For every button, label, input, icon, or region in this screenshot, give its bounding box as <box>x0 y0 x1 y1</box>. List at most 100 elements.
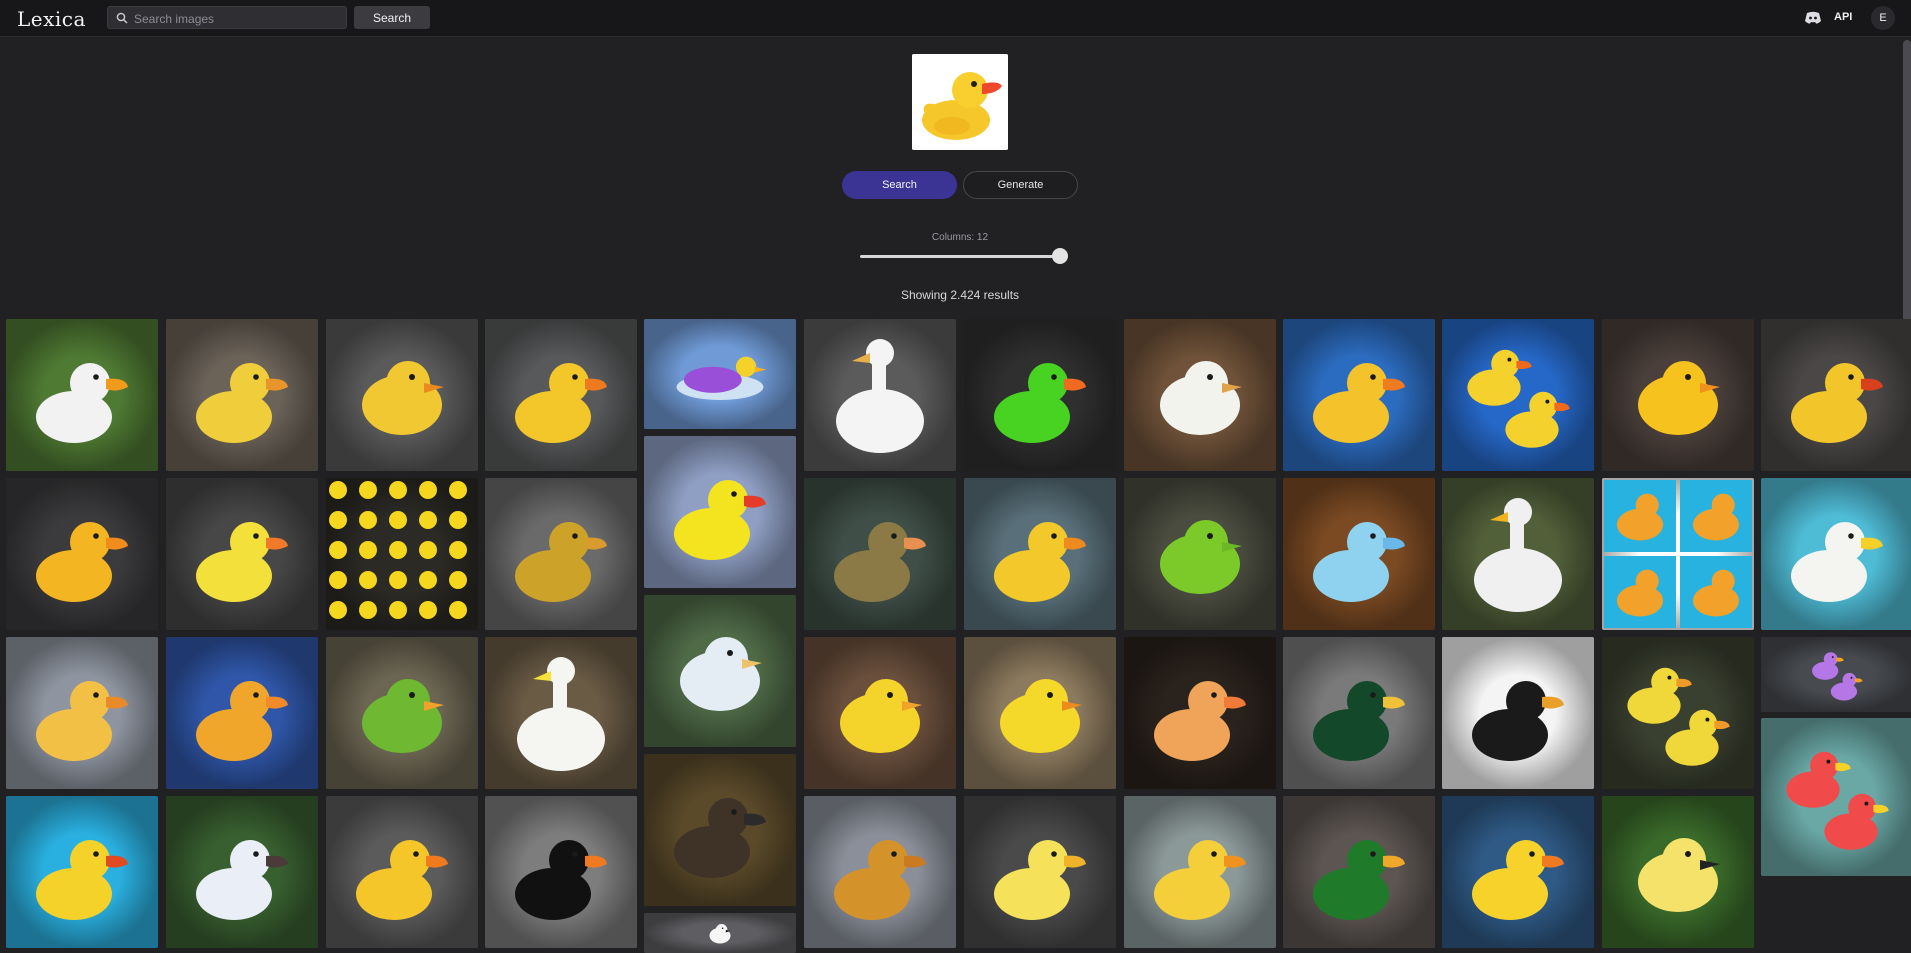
duck-illustration <box>326 637 478 789</box>
duck-illustration <box>1283 637 1435 789</box>
duck-illustration <box>1283 319 1435 471</box>
query-image[interactable] <box>912 54 1008 150</box>
result-image-tile[interactable] <box>804 637 956 789</box>
result-image-tile[interactable] <box>6 319 158 471</box>
duck-illustration <box>326 796 478 948</box>
discord-icon[interactable] <box>1804 11 1822 25</box>
duck-illustration <box>1761 478 1911 630</box>
duck-illustration <box>1124 319 1276 471</box>
result-image-tile[interactable] <box>1442 796 1594 948</box>
duck-illustration <box>1124 637 1276 789</box>
result-image-tile[interactable] <box>1283 319 1435 471</box>
result-image-tile[interactable] <box>1124 637 1276 789</box>
result-image-tile[interactable] <box>1283 478 1435 630</box>
duck-illustration <box>1761 319 1911 471</box>
duck-illustration <box>964 478 1116 630</box>
duck-illustration <box>1283 478 1435 630</box>
result-image-tile[interactable] <box>804 319 956 471</box>
columns-slider-track[interactable] <box>860 255 1060 258</box>
result-image-tile[interactable] <box>804 796 956 948</box>
page-scrollbar[interactable] <box>1903 40 1911 360</box>
search-button[interactable]: Search <box>842 171 957 199</box>
duck-illustration <box>804 319 956 471</box>
result-image-tile[interactable] <box>166 319 318 471</box>
result-image-tile[interactable] <box>804 478 956 630</box>
top-search-button[interactable]: Search <box>354 6 430 29</box>
result-image-tile[interactable] <box>1124 796 1276 948</box>
result-image-tile[interactable] <box>1761 478 1911 630</box>
duck-illustration <box>166 319 318 471</box>
result-image-tile[interactable] <box>964 319 1116 471</box>
result-image-tile[interactable] <box>1442 478 1594 630</box>
duck-illustration <box>6 478 158 630</box>
result-image-tile[interactable] <box>1283 796 1435 948</box>
generate-button[interactable]: Generate <box>963 171 1078 199</box>
result-image-tile[interactable] <box>485 478 637 630</box>
columns-slider-thumb[interactable] <box>1052 248 1068 264</box>
duck-illustration <box>804 478 956 630</box>
result-image-tile[interactable] <box>6 478 158 630</box>
result-image-tile[interactable] <box>326 637 478 789</box>
result-image-tile[interactable] <box>1442 637 1594 789</box>
result-image-tile[interactable] <box>644 913 796 953</box>
duck-illustration <box>964 796 1116 948</box>
duck-illustration <box>166 478 318 630</box>
result-image-tile[interactable] <box>1442 319 1594 471</box>
duck-illustration <box>166 796 318 948</box>
search-box[interactable] <box>107 6 347 29</box>
result-image-tile[interactable] <box>964 796 1116 948</box>
result-image-tile[interactable] <box>166 637 318 789</box>
duck-illustration <box>1602 478 1754 630</box>
user-avatar[interactable]: E <box>1871 6 1895 30</box>
result-image-tile[interactable] <box>1283 637 1435 789</box>
duck-illustration <box>485 478 637 630</box>
result-image-tile[interactable] <box>326 796 478 948</box>
result-image-tile[interactable] <box>1761 319 1911 471</box>
api-link[interactable]: API <box>1834 11 1852 23</box>
result-image-tile[interactable] <box>166 478 318 630</box>
duck-illustration <box>1283 796 1435 948</box>
result-image-tile[interactable] <box>485 637 637 789</box>
duck-illustration <box>1602 796 1754 948</box>
duck-illustration <box>1761 637 1911 712</box>
lexica-logo[interactable]: Lexica <box>17 7 86 31</box>
columns-label: Columns: 12 <box>931 232 989 243</box>
duck-illustration <box>1442 319 1594 471</box>
duck-illustration <box>1761 718 1911 876</box>
result-image-tile[interactable] <box>1124 319 1276 471</box>
result-image-tile[interactable] <box>1602 319 1754 471</box>
result-image-tile[interactable] <box>644 595 796 747</box>
duck-illustration <box>6 637 158 789</box>
duck-illustration <box>485 319 637 471</box>
duck-illustration <box>804 796 956 948</box>
result-image-tile[interactable] <box>485 319 637 471</box>
top-navigation-bar: Lexica Search API E <box>0 0 1911 37</box>
duck-illustration <box>644 754 796 906</box>
result-image-tile[interactable] <box>1124 478 1276 630</box>
search-input[interactable] <box>132 9 341 28</box>
result-image-tile[interactable] <box>1602 796 1754 948</box>
result-image-tile[interactable] <box>485 796 637 948</box>
duck-illustration <box>1442 796 1594 948</box>
result-image-tile[interactable] <box>1761 718 1911 876</box>
result-image-tile[interactable] <box>644 319 796 429</box>
result-image-tile[interactable] <box>644 436 796 588</box>
duck-illustration <box>964 319 1116 471</box>
result-image-tile[interactable] <box>6 637 158 789</box>
result-image-tile[interactable] <box>6 796 158 948</box>
duck-illustration <box>1442 637 1594 789</box>
search-icon <box>116 12 128 24</box>
duck-illustration <box>1124 478 1276 630</box>
result-image-tile[interactable] <box>166 796 318 948</box>
result-image-tile[interactable] <box>326 319 478 471</box>
result-image-tile[interactable] <box>1602 637 1754 789</box>
duck-illustration <box>1124 796 1276 948</box>
result-image-tile[interactable] <box>964 637 1116 789</box>
result-image-tile[interactable] <box>644 754 796 906</box>
duck-illustration <box>6 319 158 471</box>
result-image-tile[interactable] <box>326 478 478 630</box>
result-image-tile[interactable] <box>1761 637 1911 712</box>
result-image-tile[interactable] <box>964 478 1116 630</box>
result-image-tile[interactable] <box>1602 478 1754 630</box>
duck-illustration <box>644 595 796 747</box>
